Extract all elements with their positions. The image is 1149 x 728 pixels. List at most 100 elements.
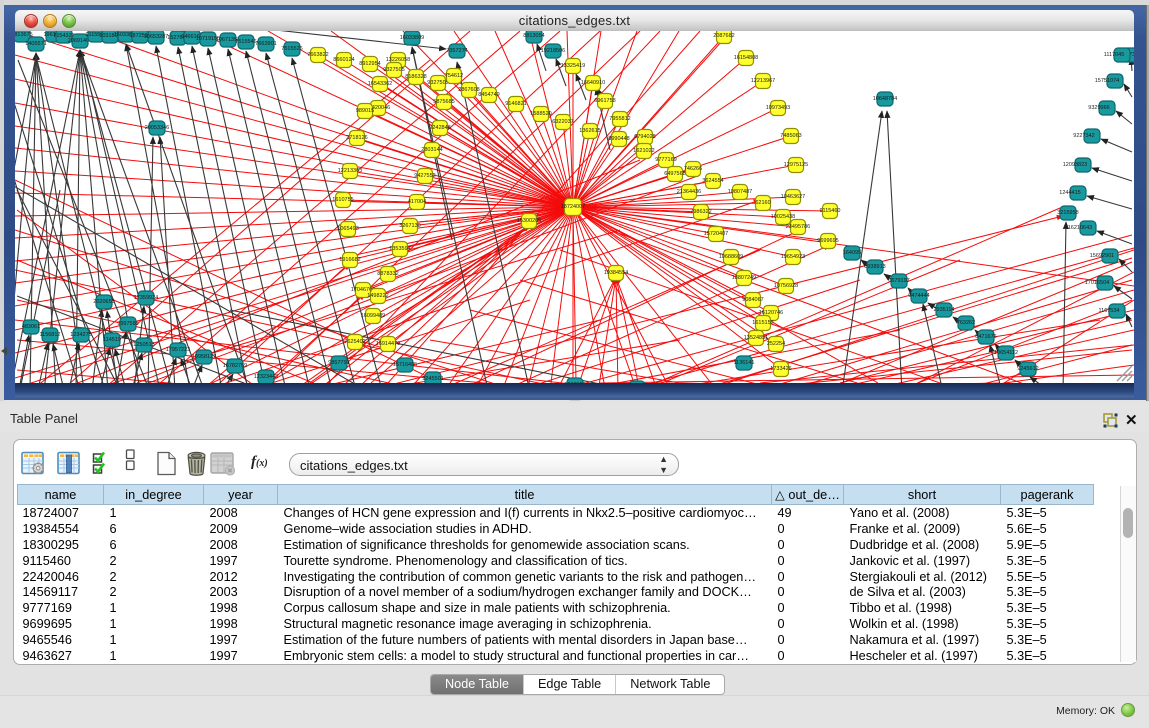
svg-text:13524851: 13524851 xyxy=(744,335,768,341)
svg-text:2718126: 2718126 xyxy=(346,135,367,141)
svg-text:1615152: 1615152 xyxy=(752,320,773,326)
svg-text:18807249: 18807249 xyxy=(732,275,756,281)
svg-text:10654112: 10654112 xyxy=(994,350,1018,356)
svg-text:7485063: 7485063 xyxy=(780,133,801,139)
svg-text:16099489: 16099489 xyxy=(361,313,385,319)
svg-text:9329966: 9329966 xyxy=(1088,105,1109,111)
svg-text:1362615: 1362615 xyxy=(579,128,600,134)
svg-text:7357274: 7357274 xyxy=(446,48,467,54)
svg-text:1588520: 1588520 xyxy=(530,111,551,117)
svg-text:16640910: 16640910 xyxy=(581,80,605,86)
svg-text:1136141: 1136141 xyxy=(733,360,754,366)
svg-text:1621022: 1621022 xyxy=(633,148,654,154)
svg-text:9699695: 9699695 xyxy=(817,238,838,244)
svg-text:6794028: 6794028 xyxy=(634,134,655,140)
svg-text:7515546: 7515546 xyxy=(235,39,256,45)
svg-text:2935114: 2935114 xyxy=(933,307,954,313)
svg-text:16543362: 16543362 xyxy=(368,81,392,87)
svg-text:9245612: 9245612 xyxy=(1017,366,1038,372)
svg-text:9242848: 9242848 xyxy=(429,125,450,131)
svg-text:8878332: 8878332 xyxy=(377,271,398,277)
svg-text:1916682: 1916682 xyxy=(339,257,360,263)
svg-text:8813054: 8813054 xyxy=(523,33,544,39)
svg-text:5875685: 5875685 xyxy=(433,99,454,105)
svg-text:1156812: 1156812 xyxy=(39,332,60,338)
svg-text:10807487: 10807487 xyxy=(728,189,752,195)
svg-text:15716485: 15716485 xyxy=(393,362,417,368)
svg-text:15300205: 15300205 xyxy=(517,218,541,224)
svg-text:8938913: 8938913 xyxy=(864,264,885,270)
svg-text:9857791: 9857791 xyxy=(328,360,349,366)
svg-text:12323448: 12323448 xyxy=(254,374,278,380)
svg-text:1063521: 1063521 xyxy=(564,382,585,383)
svg-text:8454749: 8454749 xyxy=(478,92,499,98)
svg-text:8912954: 8912954 xyxy=(359,61,380,67)
svg-text:2867608: 2867608 xyxy=(458,87,479,93)
svg-text:3267130: 3267130 xyxy=(399,223,420,229)
svg-text:1234275: 1234275 xyxy=(70,332,91,338)
svg-text:2020655: 2020655 xyxy=(93,299,114,305)
svg-text:7955812: 7955812 xyxy=(609,116,630,122)
svg-text:483061: 483061 xyxy=(22,324,40,330)
svg-text:16154808: 16154808 xyxy=(734,55,758,61)
svg-text:12213363: 12213363 xyxy=(338,168,362,174)
svg-text:20053346: 20053346 xyxy=(145,125,169,131)
svg-text:3624554: 3624554 xyxy=(702,178,723,184)
svg-text:9146821: 9146821 xyxy=(505,101,526,107)
svg-text:9115460: 9115460 xyxy=(819,208,840,214)
svg-text:16914479: 16914479 xyxy=(376,341,400,347)
svg-text:8471676: 8471676 xyxy=(975,334,996,340)
svg-text:6679197: 6679197 xyxy=(888,278,909,284)
svg-text:10688609: 10688609 xyxy=(719,254,743,260)
svg-text:989015: 989015 xyxy=(356,108,374,114)
svg-text:763262: 763262 xyxy=(957,320,975,326)
svg-text:16782759: 16782759 xyxy=(223,363,247,369)
svg-text:9327505: 9327505 xyxy=(427,80,448,86)
svg-text:62160: 62160 xyxy=(755,200,770,206)
svg-text:9327505: 9327505 xyxy=(383,67,404,73)
svg-text:12093823: 12093823 xyxy=(1063,162,1087,168)
svg-text:17957223: 17957223 xyxy=(166,347,190,353)
svg-text:9474444: 9474444 xyxy=(908,293,929,299)
svg-text:19218506: 19218506 xyxy=(541,48,565,54)
svg-text:15720407: 15720407 xyxy=(704,231,728,237)
svg-text:17359924: 17359924 xyxy=(134,295,158,301)
svg-text:8186328: 8186328 xyxy=(405,74,426,80)
svg-text:1733426: 1733426 xyxy=(770,366,791,372)
svg-text:1405571: 1405571 xyxy=(25,41,46,47)
svg-text:7625402: 7625402 xyxy=(344,339,365,345)
svg-text:19384554: 19384554 xyxy=(604,270,628,276)
svg-text:12975125: 12975125 xyxy=(784,162,808,168)
svg-text:16033809: 16033809 xyxy=(400,35,424,41)
svg-text:252254: 252254 xyxy=(767,341,785,347)
svg-text:15751074: 15751074 xyxy=(1095,78,1119,84)
svg-text:754612: 754612 xyxy=(445,73,463,79)
svg-text:7986322: 7986322 xyxy=(690,209,711,215)
svg-text:2087682: 2087682 xyxy=(713,33,734,39)
svg-text:417004: 417004 xyxy=(408,199,426,205)
svg-text:10958127: 10958127 xyxy=(192,354,216,360)
svg-text:13325419: 13325419 xyxy=(561,63,585,69)
svg-text:1117045: 1117045 xyxy=(1104,52,1125,58)
svg-text:16210643: 16210643 xyxy=(1068,225,1092,231)
svg-text:6961758: 6961758 xyxy=(594,98,615,104)
svg-text:8990448: 8990448 xyxy=(608,136,629,142)
svg-text:17016504: 17016504 xyxy=(1085,280,1109,286)
svg-text:21364436: 21364436 xyxy=(677,189,701,195)
svg-text:19654923: 19654923 xyxy=(781,254,805,260)
svg-text:7663901: 7663901 xyxy=(255,41,276,47)
svg-text:9427552: 9427552 xyxy=(414,173,435,179)
svg-text:9997588: 9997588 xyxy=(117,321,138,327)
svg-text:18724007: 18724007 xyxy=(561,204,585,210)
svg-text:3215958: 3215958 xyxy=(1057,210,1078,216)
svg-text:6322037: 6322037 xyxy=(552,119,573,125)
svg-text:7663822: 7663822 xyxy=(307,52,328,58)
svg-text:10025438: 10025438 xyxy=(771,214,795,220)
svg-text:164095: 164095 xyxy=(843,250,861,256)
svg-text:10973493: 10973493 xyxy=(766,105,790,111)
svg-text:12213967: 12213967 xyxy=(751,78,775,84)
svg-text:9777169: 9777169 xyxy=(655,157,676,163)
svg-text:1244415: 1244415 xyxy=(1059,190,1080,196)
svg-text:9245501: 9245501 xyxy=(422,376,443,382)
svg-text:10653287: 10653287 xyxy=(144,34,168,40)
